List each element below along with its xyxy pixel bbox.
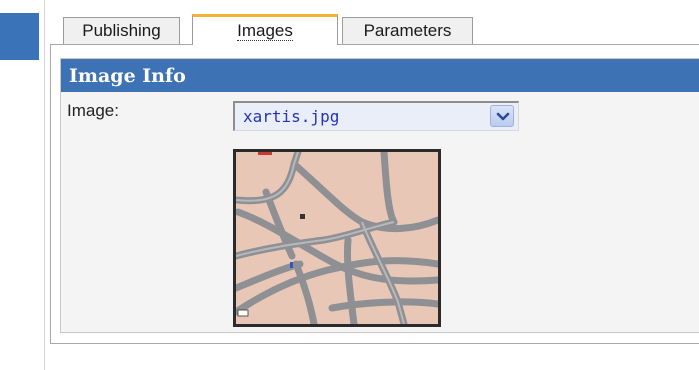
chevron-down-icon[interactable] [490, 105, 514, 127]
image-select-value: xartis.jpg [243, 107, 340, 126]
tab-images-label: Images [237, 20, 293, 41]
tab-images[interactable]: Images [192, 14, 338, 45]
image-preview [233, 149, 441, 327]
left-sidebar [0, 0, 45, 370]
tab-bar: Publishing Images Parameters [63, 14, 699, 45]
map-thumbnail-icon [236, 152, 438, 324]
tab-publishing[interactable]: Publishing [63, 17, 180, 44]
tab-parameters[interactable]: Parameters [342, 17, 473, 44]
sidebar-accent-bar [0, 13, 39, 60]
tab-parameters-label: Parameters [363, 21, 452, 40]
tab-publishing-label: Publishing [82, 21, 161, 40]
image-select[interactable]: xartis.jpg [233, 101, 519, 131]
image-info-section: Image Info Image: xartis.jpg [60, 58, 699, 333]
image-field-label: Image: [67, 101, 119, 120]
tab-panel: Image Info Image: xartis.jpg [50, 44, 699, 344]
section-header: Image Info [61, 59, 699, 92]
